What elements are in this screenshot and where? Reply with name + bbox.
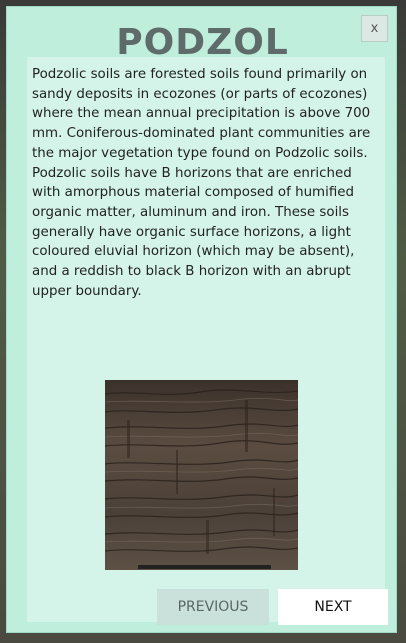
soil-description: Podzolic soils are forested soils found … [32,67,371,299]
close-button[interactable]: x [361,15,388,42]
next-button[interactable]: NEXT [278,589,388,625]
modal-title: PODZOL [116,22,289,63]
soil-texture-graphic [105,380,298,570]
soil-info-modal: PODZOL x Podzolic soils are forested soi… [6,6,397,633]
soil-profile-image [105,380,298,570]
photo-caption-strip [138,565,271,569]
previous-button[interactable]: PREVIOUS [157,589,269,625]
